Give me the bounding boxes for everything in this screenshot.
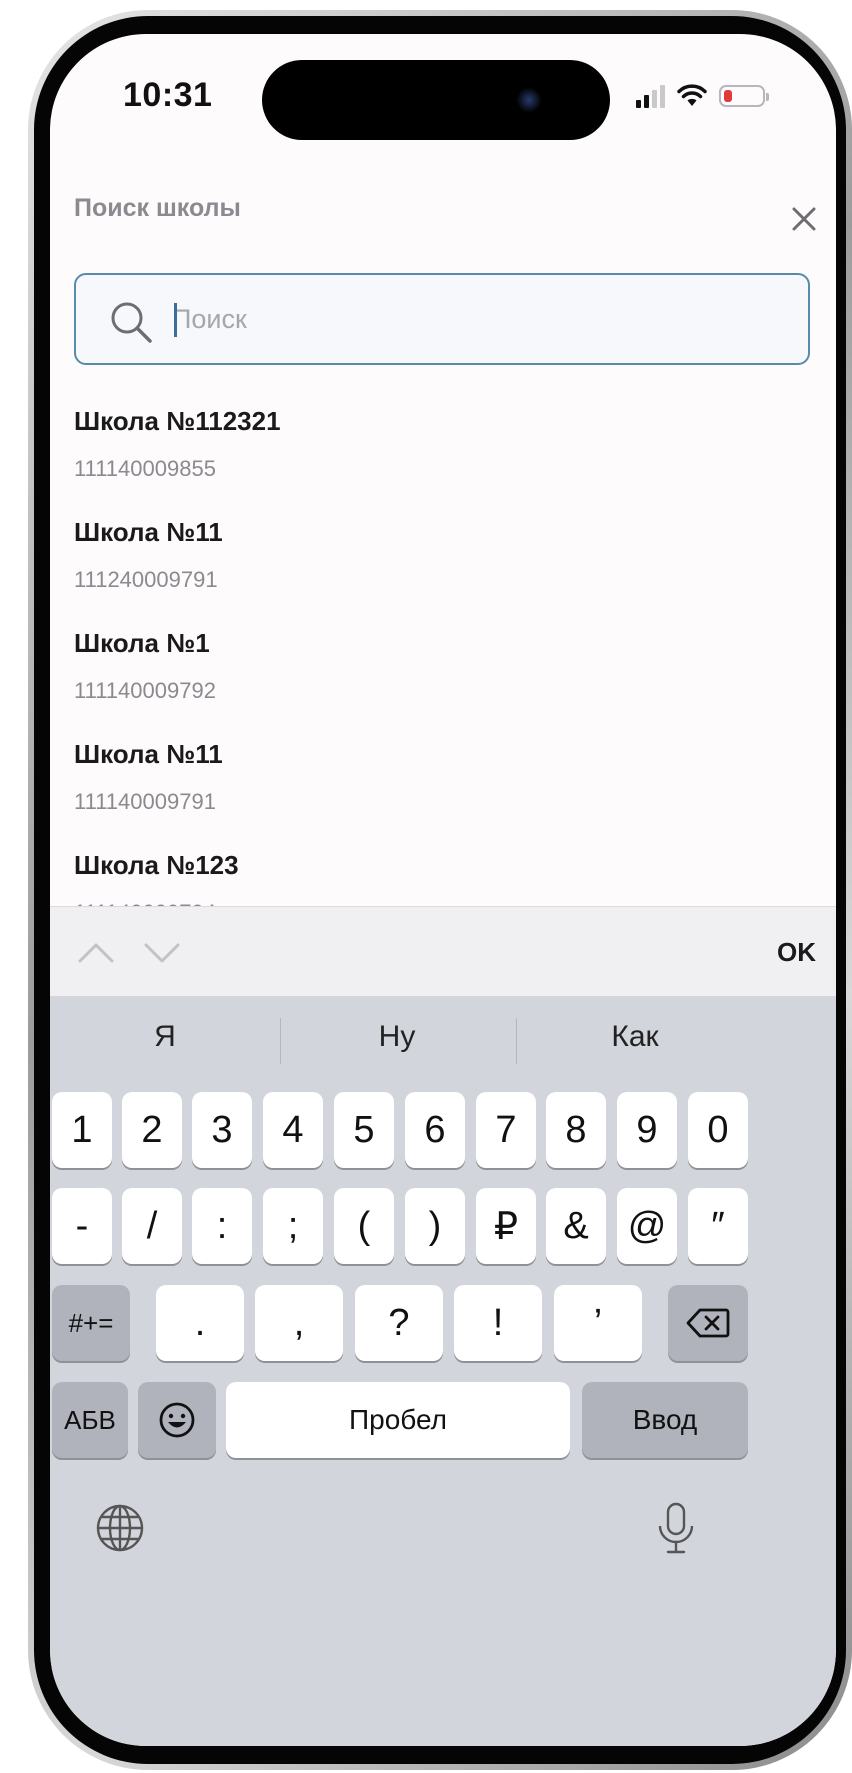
key[interactable]: , [255, 1285, 343, 1361]
search-field[interactable] [74, 273, 810, 365]
list-item[interactable]: Школа №1 111140009792 [74, 616, 794, 726]
key[interactable]: 1 [52, 1092, 112, 1168]
keyboard-toolbar: OK [50, 906, 836, 997]
key[interactable]: @ [617, 1188, 677, 1264]
school-name: Школа №112321 [74, 406, 281, 436]
school-code: 111140009855 [74, 456, 216, 481]
divider [280, 1018, 281, 1064]
screen: 10:31 Поиск школы Школа №112321 11114000… [50, 34, 836, 1746]
school-code: 111140009792 [74, 678, 216, 703]
school-code: 111140009791 [74, 789, 216, 814]
chevron-down-icon [144, 943, 180, 963]
key[interactable]: 8 [546, 1092, 606, 1168]
microphone-icon [658, 1502, 694, 1554]
page-title: Поиск школы [74, 194, 241, 222]
prediction-bar: Я Ну Как [50, 996, 836, 1086]
school-code: 111240009791 [74, 567, 218, 592]
school-name: Школа №1 [74, 628, 210, 658]
list-item[interactable]: Школа №11 111240009791 [74, 505, 794, 615]
key[interactable]: 6 [405, 1092, 465, 1168]
key[interactable]: ? [355, 1285, 443, 1361]
close-button[interactable] [787, 202, 821, 236]
globe-icon [96, 1504, 144, 1552]
status-icons [636, 80, 769, 112]
prediction-word[interactable]: Как [520, 1020, 750, 1054]
key[interactable]: 9 [617, 1092, 677, 1168]
ok-button[interactable]: OK [777, 937, 816, 968]
wifi-icon [677, 84, 707, 108]
key[interactable]: - [52, 1188, 112, 1264]
key[interactable]: ’ [554, 1285, 642, 1361]
signal-icon [636, 84, 665, 108]
key[interactable]: 4 [263, 1092, 323, 1168]
key[interactable]: ″ [688, 1188, 748, 1264]
key[interactable]: 0 [688, 1092, 748, 1168]
key[interactable]: & [546, 1188, 606, 1264]
school-name: Школа №11 [74, 739, 223, 769]
divider [516, 1018, 517, 1064]
globe-button[interactable] [94, 1502, 146, 1554]
key[interactable]: / [122, 1188, 182, 1264]
key[interactable]: 3 [192, 1092, 252, 1168]
battery-icon [719, 85, 769, 107]
dynamic-island [262, 60, 610, 140]
key[interactable]: 2 [122, 1092, 182, 1168]
key[interactable]: 5 [334, 1092, 394, 1168]
text-cursor [174, 303, 177, 337]
list-item[interactable]: Школа №123 111140009794 [74, 838, 794, 906]
close-icon [792, 207, 816, 231]
key[interactable]: ) [405, 1188, 465, 1264]
school-list: Школа №112321 111140009855 Школа №11 111… [50, 394, 836, 906]
list-item[interactable]: Школа №112321 111140009855 [74, 394, 794, 504]
symbols-toggle-key[interactable]: #+= [52, 1285, 130, 1361]
dictation-button[interactable] [650, 1500, 702, 1554]
alphabet-toggle-key[interactable]: АБВ [52, 1382, 128, 1458]
emoji-key[interactable] [138, 1382, 216, 1458]
key[interactable]: 7 [476, 1092, 536, 1168]
key[interactable]: ; [263, 1188, 323, 1264]
emoji-icon [159, 1402, 195, 1438]
keyboard: Я Ну Как 1 2 3 4 5 6 7 8 9 0 - / : ; ( )… [50, 996, 836, 1746]
prediction-word[interactable]: Ну [282, 1020, 512, 1054]
key[interactable]: : [192, 1188, 252, 1264]
school-name: Школа №11 [74, 517, 223, 547]
chevron-up-icon [78, 943, 114, 963]
space-key[interactable]: Пробел [226, 1382, 570, 1458]
next-field-button[interactable] [140, 931, 184, 975]
search-input[interactable] [172, 293, 772, 345]
key[interactable]: ₽ [476, 1188, 536, 1264]
list-item[interactable]: Школа №11 111140009791 [74, 727, 794, 837]
backspace-icon [686, 1308, 730, 1338]
prediction-word[interactable]: Я [50, 1020, 280, 1054]
key[interactable]: ( [334, 1188, 394, 1264]
backspace-key[interactable] [668, 1285, 748, 1361]
school-name: Школа №123 [74, 850, 239, 880]
camera-icon [517, 88, 541, 112]
key[interactable]: ! [454, 1285, 542, 1361]
status-time: 10:31 [123, 76, 213, 114]
previous-field-button[interactable] [74, 931, 118, 975]
search-icon [111, 302, 152, 343]
key[interactable]: . [156, 1285, 244, 1361]
return-key[interactable]: Ввод [582, 1382, 748, 1458]
